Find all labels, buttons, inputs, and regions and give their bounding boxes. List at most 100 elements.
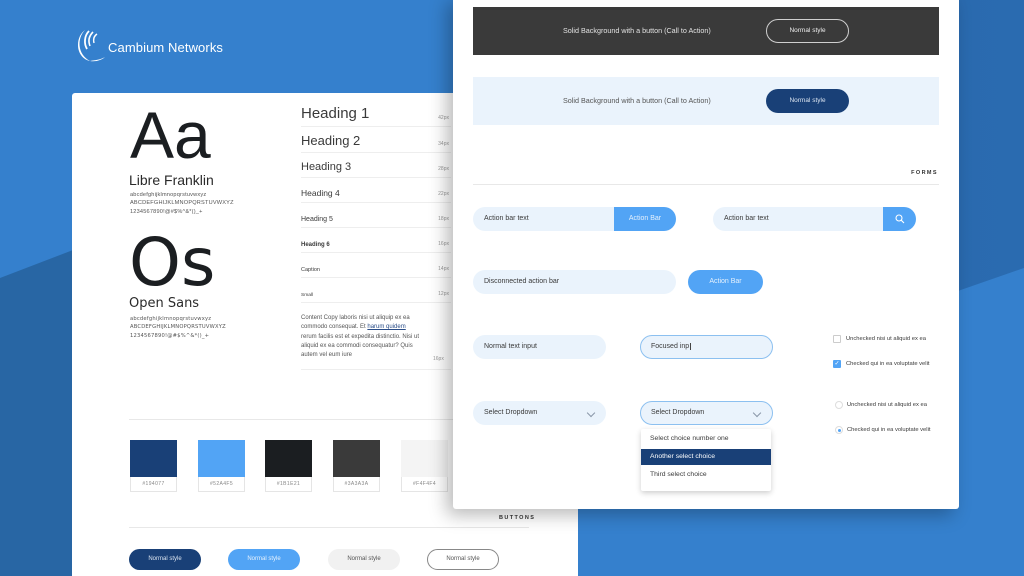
forms-section-title: FORMS (911, 170, 938, 176)
heading-row: Heading 1 42px (301, 101, 451, 127)
color-chip (333, 440, 380, 477)
button-light-blue[interactable]: Normal style (228, 549, 300, 570)
button-gray[interactable]: Normal style (328, 549, 400, 570)
cta-button-outline[interactable]: Normal style (766, 19, 849, 43)
heading-row: Heading 6 16px (301, 228, 451, 253)
heading-size: 28px (438, 166, 449, 172)
heading-row: Heading 5 18px (301, 203, 451, 228)
glyphs-lowercase: abcdefghijklmnopqrstuvwxyz (130, 316, 212, 322)
chevron-down-icon (752, 408, 762, 418)
radio-button[interactable] (835, 401, 843, 409)
chevron-down-icon (586, 408, 596, 418)
search-action-bar-input[interactable]: Action bar text (713, 207, 893, 231)
radio-label: Unchecked nisi ut aliquid ex ea (847, 402, 927, 408)
checkbox-box[interactable] (833, 335, 841, 343)
button-outline[interactable]: Normal style (427, 549, 499, 570)
search-icon (894, 214, 904, 224)
color-code: #3A3A3A (333, 477, 380, 492)
heading-label: Heading 4 (301, 188, 340, 198)
color-code: #F4F4F4 (401, 477, 448, 492)
heading-label: Heading 3 (301, 161, 352, 173)
heading-label: Caption (301, 267, 320, 273)
heading-size: 14px (438, 266, 449, 272)
action-bar-button[interactable]: Action Bar (614, 207, 676, 231)
components-card: Solid Background with a button (Call to … (453, 0, 959, 509)
glyphs-libre-franklin: abcdefghijklmnopqrstuvwxyz ABCDEFGHIJKLM… (130, 191, 234, 216)
divider (301, 369, 451, 370)
glyphs-symbols: 1234567890!@#$%^&*()_+ (130, 208, 203, 215)
radio-button[interactable] (835, 426, 843, 434)
cta-text: Solid Background with a button (Call to … (563, 96, 711, 105)
heading-size: 42px (438, 115, 449, 121)
content-size: 16px (433, 356, 444, 362)
normal-text-input[interactable]: Normal text input (473, 335, 606, 359)
checkbox-label: Unchecked nisi ut aliquid ex ea (846, 336, 926, 342)
color-chip (401, 440, 448, 477)
glyphs-symbols: 1234567890!@#$%^&*()_+ (130, 332, 210, 339)
buttons-section-title: BUTTONS (499, 515, 536, 521)
select-option[interactable]: Select choice number one (641, 431, 771, 447)
font-name-open-sans: Open Sans (129, 296, 200, 311)
heading-label: Heading 1 (301, 105, 370, 122)
heading-row: Heading 2 34px (301, 127, 451, 153)
select-options-menu: Select choice number one Another select … (641, 429, 771, 491)
check-icon[interactable]: ✓ (833, 360, 841, 368)
select-value: Select Dropdown (651, 409, 705, 416)
cta-button-dark[interactable]: Normal style (766, 89, 849, 113)
glyphs-open-sans: abcdefghijklmnopqrstuvwxyz ABCDEFGHIJKLM… (130, 315, 226, 340)
heading-label: Heading 6 (301, 242, 330, 248)
focused-input-value: Focused inp (651, 343, 690, 350)
select-option[interactable]: Third select choice (641, 467, 771, 483)
color-swatch: #52A4F5 (198, 440, 245, 492)
radio-label: Checked qui in ea voluptate velit (847, 427, 931, 433)
brand-name: Cambium Networks (108, 39, 224, 55)
color-swatch: #F4F4F4 (401, 440, 448, 492)
content-link[interactable]: harum quidem (367, 324, 405, 330)
select-option-highlighted[interactable]: Another select choice (641, 449, 771, 465)
heading-size: 18px (438, 216, 449, 222)
brand-logo: Cambium Networks (76, 26, 223, 64)
color-chip (130, 440, 177, 477)
search-button[interactable] (883, 207, 916, 231)
color-swatch: #3A3A3A (333, 440, 380, 492)
heading-label: Heading 5 (301, 216, 333, 223)
color-code: #194077 (130, 477, 177, 492)
disconnected-action-button[interactable]: Action Bar (688, 270, 763, 294)
glyphs-uppercase: ABCDEFGHIJKLMNOPQRSTUVWXYZ (130, 200, 234, 207)
heading-row: Heading 4 22px (301, 178, 451, 203)
divider (129, 527, 529, 528)
color-swatch: #1B1E21 (265, 440, 312, 492)
heading-size: 12px (438, 291, 449, 297)
divider (473, 184, 939, 185)
content-copy-sample: Content Copy laboris nisi ut aliquip ex … (301, 314, 421, 360)
cta-text: Solid Background with a button (Call to … (563, 26, 711, 35)
color-code: #1B1E21 (265, 477, 312, 492)
cta-banner-dark: Solid Background with a button (Call to … (473, 7, 939, 55)
glyphs-lowercase: abcdefghijklmnopqrstuvwxyz (130, 192, 207, 198)
select-value: Select Dropdown (484, 409, 538, 416)
heading-row: Caption 14px (301, 253, 451, 278)
heading-label: Small (301, 293, 313, 298)
color-code: #52A4F5 (198, 477, 245, 492)
disconnected-action-bar-input[interactable]: Disconnected action bar (473, 270, 676, 294)
font-sample-open-sans: Os (129, 224, 216, 301)
heading-row: Heading 3 28px (301, 153, 451, 178)
action-bar-input[interactable]: Action bar text (473, 207, 633, 231)
text-cursor: ​ (690, 343, 692, 350)
heading-size: 16px (438, 241, 449, 247)
heading-row: Small 12px (301, 278, 451, 303)
glyphs-uppercase: ABCDEFGHIJKLMNOPQRSTUVWXYZ (130, 324, 226, 331)
heading-label: Heading 2 (301, 133, 361, 148)
font-sample-libre-franklin: Aa (130, 98, 211, 172)
cta-banner-light: Solid Background with a button (Call to … (473, 77, 939, 125)
color-chip (265, 440, 312, 477)
cambium-waves-logo-icon (78, 30, 105, 62)
color-swatch: #194077 (130, 440, 177, 492)
button-dark-blue[interactable]: Normal style (129, 549, 201, 570)
heading-size: 22px (438, 191, 449, 197)
focused-text-input[interactable]: Focused inp​ (640, 335, 773, 359)
content-text: rerum facilis est et expedita distinctio… (301, 333, 420, 359)
select-dropdown-open[interactable]: Select Dropdown (640, 401, 773, 425)
checkbox-label: Checked qui in ea voluptate velit (846, 361, 930, 367)
select-dropdown[interactable]: Select Dropdown (473, 401, 606, 425)
